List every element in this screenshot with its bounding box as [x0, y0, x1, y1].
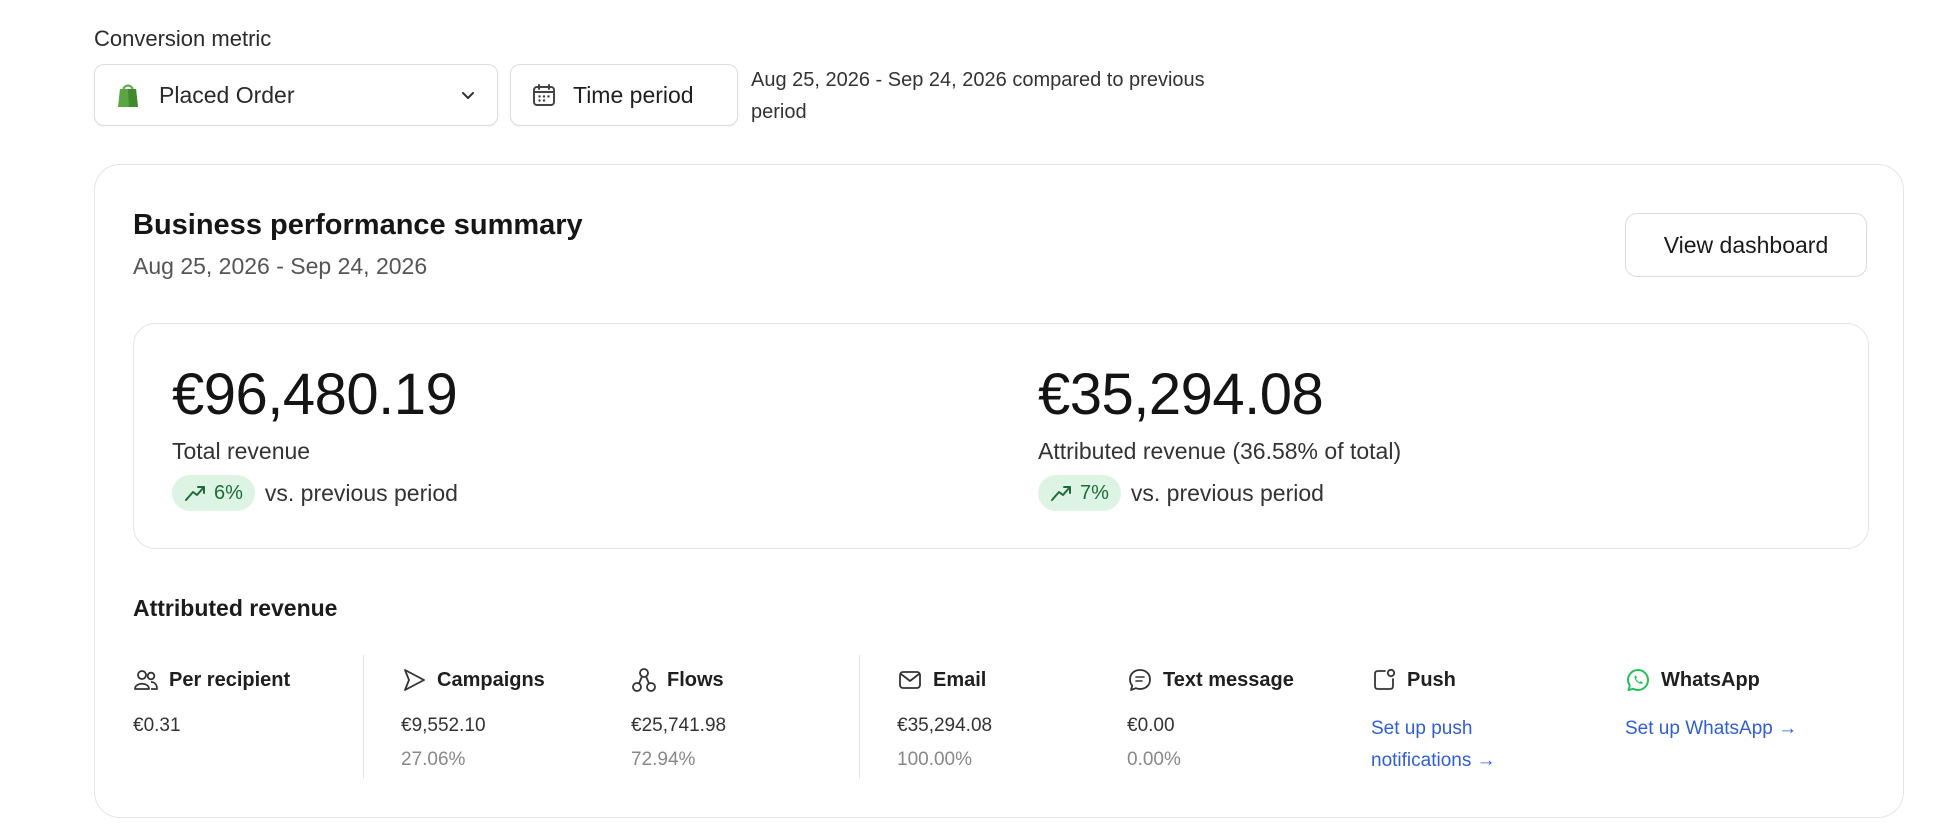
total-revenue-change: 6% — [214, 481, 243, 504]
mail-icon — [897, 667, 923, 693]
send-icon — [401, 667, 427, 693]
campaigns-percent: 27.06% — [401, 749, 466, 770]
divider — [859, 655, 860, 779]
time-period-label: Time period — [573, 81, 694, 108]
per-recipient-value: €0.31 — [133, 715, 181, 736]
conversion-metric-value: Placed Order — [159, 81, 295, 108]
campaigns-name: Campaigns — [437, 668, 545, 691]
total-revenue-value: €96,480.19 — [172, 362, 458, 427]
flows-metric: Flows €25,741.98 72.94% — [631, 665, 726, 771]
flows-value: €25,741.98 — [631, 715, 727, 736]
text-message-metric: Text message €0.00 0.00% — [1127, 665, 1294, 771]
email-value: €35,294.08 — [897, 715, 993, 736]
divider — [363, 655, 364, 779]
attributed-revenue-kpi: €35,294.08 Attributed revenue (36.58% of… — [1038, 362, 1401, 511]
per-recipient-metric: Per recipient €0.31 — [133, 665, 290, 737]
trend-up-icon — [1050, 484, 1072, 502]
chat-bubble-icon — [1127, 667, 1153, 693]
whatsapp-metric: WhatsApp Set up WhatsApp → — [1625, 665, 1797, 745]
attributed-revenue-vs: vs. previous period — [1130, 479, 1324, 506]
shopify-bag-icon — [115, 81, 141, 109]
conversion-metric-select[interactable]: Placed Order — [94, 64, 498, 126]
conversion-metric-label: Conversion metric — [94, 26, 272, 51]
attributed-revenue-change: 7% — [1080, 481, 1109, 504]
calendar-icon — [531, 82, 557, 108]
email-name: Email — [933, 668, 987, 691]
campaigns-metric: Campaigns €9,552.10 27.06% — [401, 665, 545, 771]
card-title: Business performance summary — [133, 209, 583, 241]
total-revenue-kpi: €96,480.19 Total revenue 6% vs. previous… — [172, 362, 458, 511]
attributed-revenue-value: €35,294.08 — [1038, 362, 1324, 427]
total-revenue-vs: vs. previous period — [264, 479, 458, 506]
total-revenue-label: Total revenue — [172, 438, 311, 464]
flow-icon — [631, 667, 657, 693]
flows-percent: 72.94% — [631, 749, 696, 770]
whatsapp-icon — [1625, 667, 1651, 693]
view-dashboard-button[interactable]: View dashboard — [1625, 213, 1867, 277]
attributed-revenue-change-badge: 7% — [1038, 475, 1121, 511]
text-message-name: Text message — [1163, 668, 1294, 691]
push-notification-icon — [1371, 667, 1397, 693]
trend-up-icon — [184, 484, 206, 502]
attributed-revenue-label: Attributed revenue (36.58% of total) — [1038, 438, 1402, 464]
kpi-summary-box: €96,480.19 Total revenue 6% vs. previous… — [133, 323, 1869, 549]
setup-whatsapp-link[interactable]: Set up WhatsApp → — [1625, 713, 1797, 745]
people-icon — [133, 667, 159, 693]
text-message-value: €0.00 — [1127, 715, 1175, 736]
email-percent: 100.00% — [897, 749, 973, 770]
push-metric: Push Set up push notifications → — [1371, 665, 1551, 777]
campaigns-value: €9,552.10 — [401, 715, 486, 736]
setup-push-link[interactable]: Set up push notifications → — [1371, 713, 1551, 777]
period-comparison-note: Aug 25, 2026 - Sep 24, 2026 compared to … — [751, 69, 1205, 123]
attributed-revenue-heading: Attributed revenue — [133, 595, 338, 621]
card-date-range: Aug 25, 2026 - Sep 24, 2026 — [133, 253, 428, 279]
business-performance-card: Business performance summary Aug 25, 202… — [94, 164, 1904, 818]
total-revenue-change-badge: 6% — [172, 475, 255, 511]
email-metric: Email €35,294.08 100.00% — [897, 665, 992, 771]
push-name: Push — [1407, 668, 1456, 691]
per-recipient-name: Per recipient — [169, 668, 291, 691]
chevron-down-icon — [459, 86, 477, 104]
text-message-percent: 0.00% — [1127, 749, 1181, 770]
whatsapp-name: WhatsApp — [1661, 668, 1760, 691]
flows-name: Flows — [667, 668, 724, 691]
time-period-button[interactable]: Time period — [510, 64, 738, 126]
